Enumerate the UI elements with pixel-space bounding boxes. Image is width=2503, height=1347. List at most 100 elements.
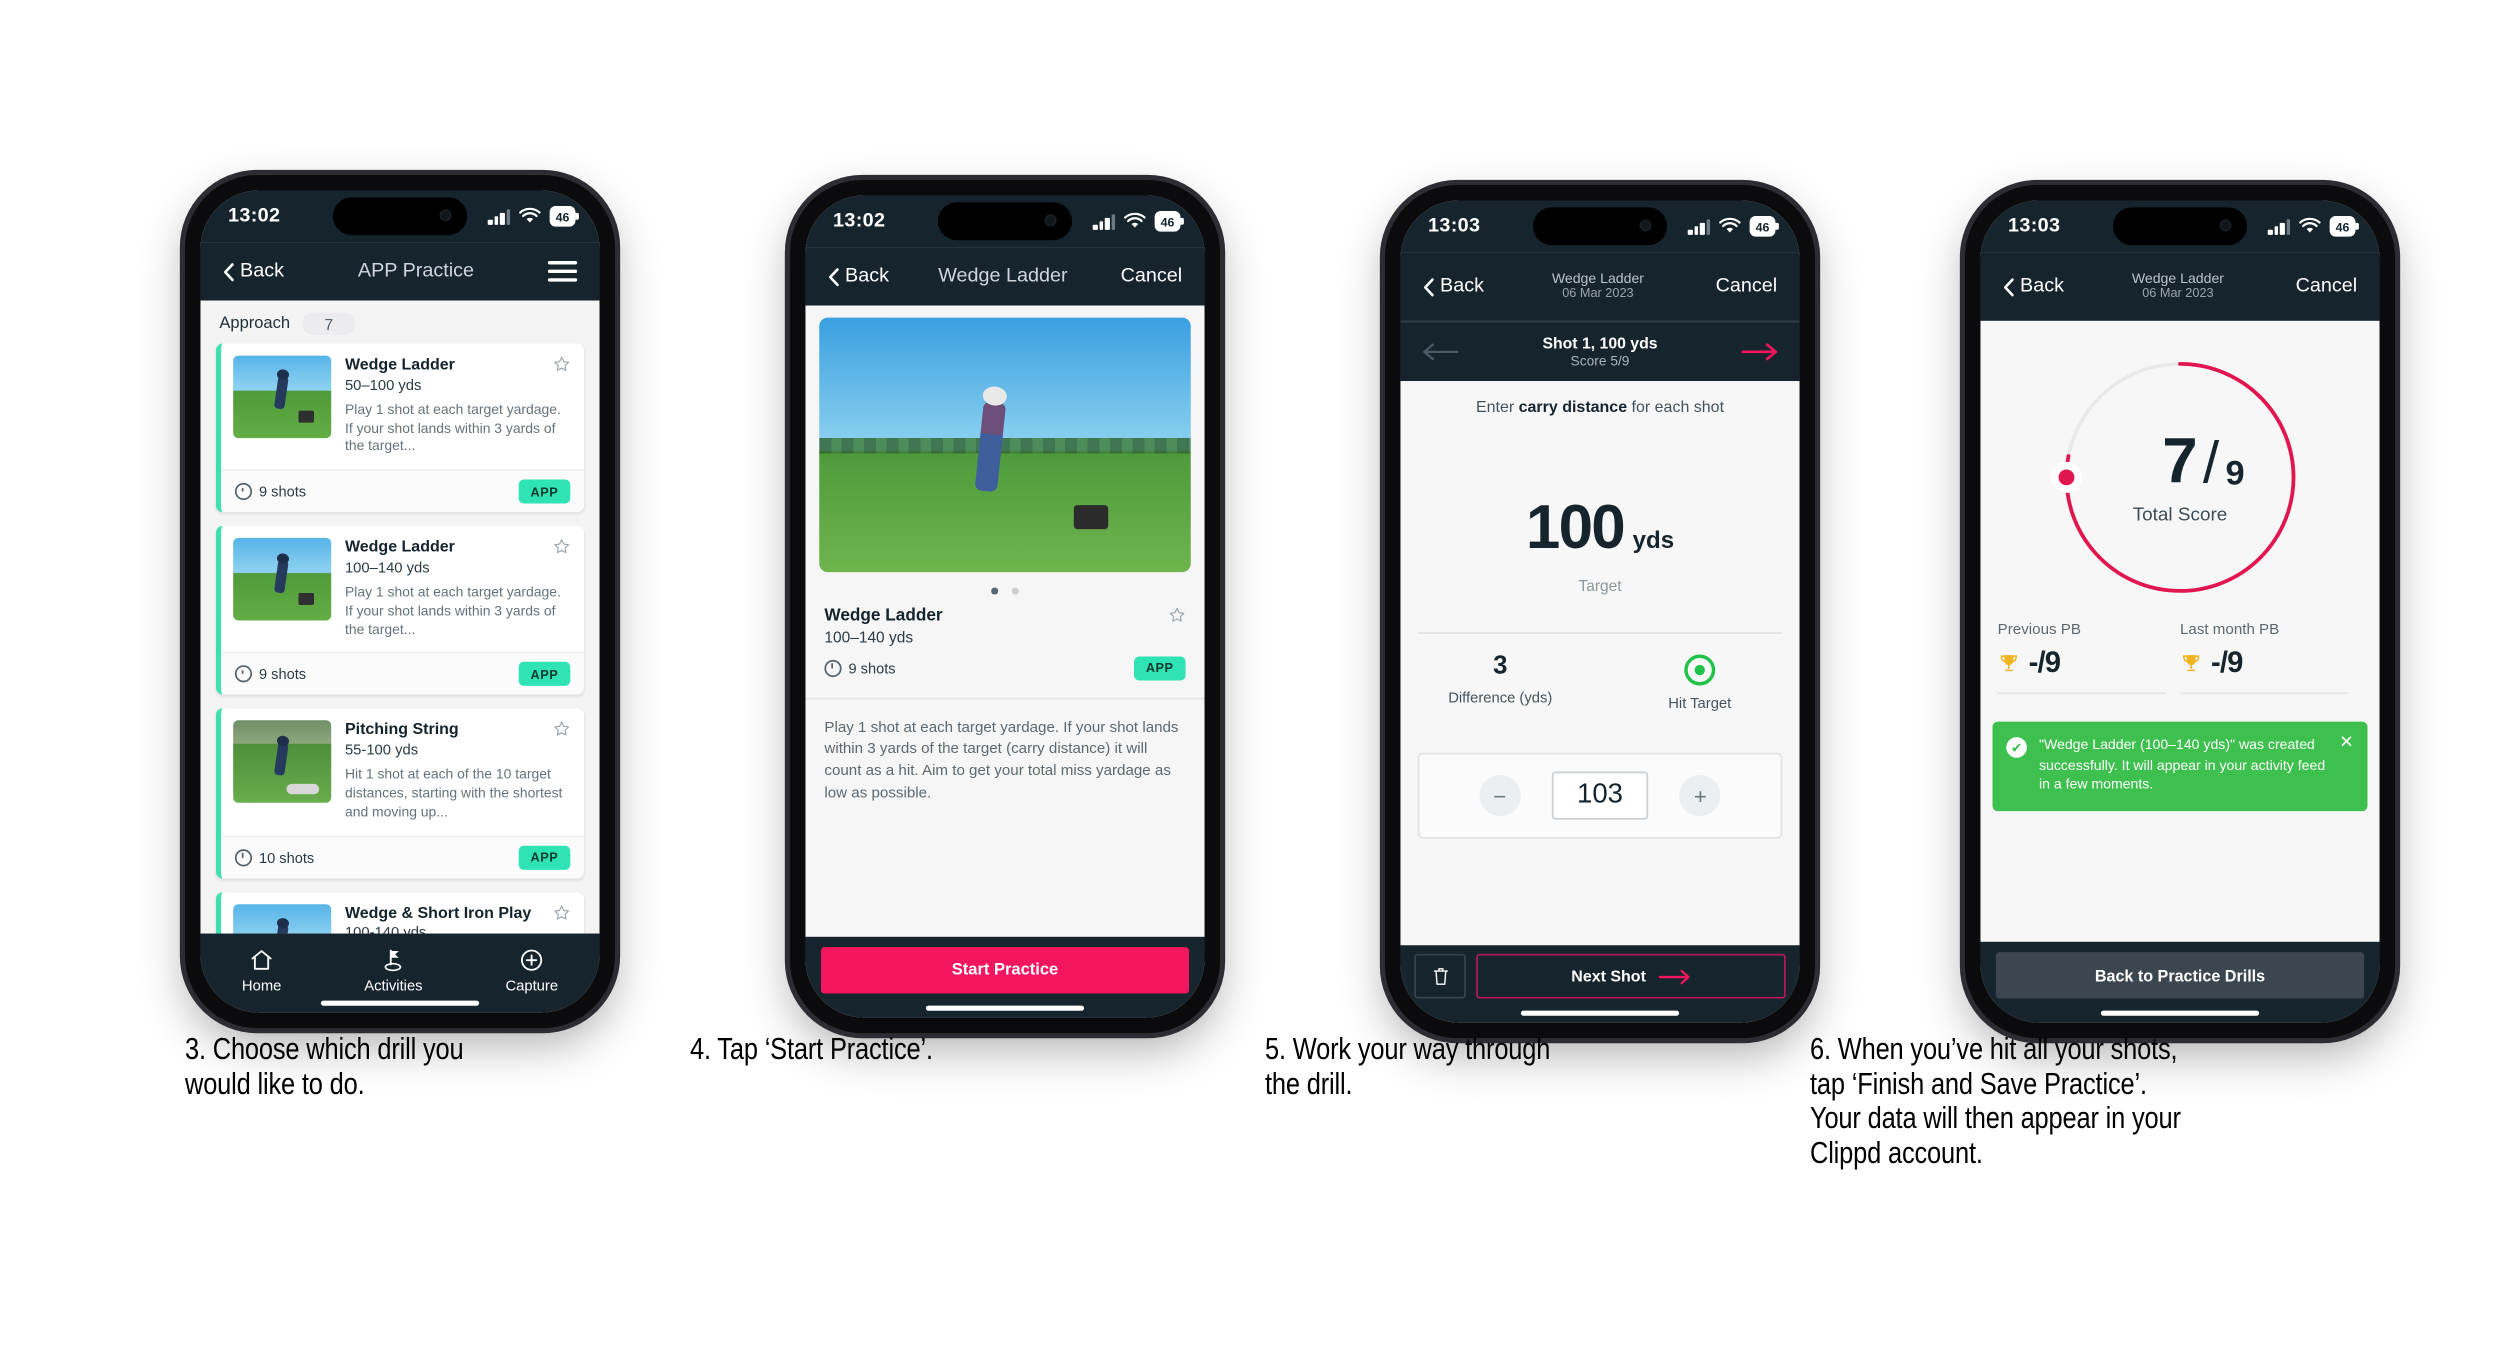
- prompt-post: for each shot: [1627, 398, 1725, 416]
- page-title: Wedge Ladder 06 Mar 2023: [1484, 271, 1712, 303]
- signal-bars-icon: [1093, 213, 1116, 230]
- start-practice-button[interactable]: Start Practice: [820, 947, 1190, 994]
- caption-step-4: 4. Tap ‘Start Practice’.: [690, 1031, 933, 1066]
- drill-card[interactable]: Pitching String 55-100 yds Hit 1 shot at…: [215, 708, 585, 878]
- phone-summary: 13:03 46 Back Wedge Ladder 06 Mar 2023 C…: [1965, 185, 2395, 1039]
- status-time: 13:03: [2008, 215, 2061, 237]
- nav-title-date: 06 Mar 2023: [2142, 285, 2214, 302]
- drill-card[interactable]: Wedge Ladder 50–100 yds Play 1 shot at e…: [215, 343, 585, 513]
- drill-range: 55-100 yds: [344, 741, 419, 759]
- difference-stat: 3 Difference (yds): [1400, 634, 1600, 711]
- filter-count-chip[interactable]: 7: [302, 312, 356, 335]
- drill-description: Play 1 shot at each target yardage. If y…: [344, 401, 561, 455]
- carry-distance-stepper: − 103 +: [1417, 752, 1783, 839]
- carry-distance-input[interactable]: 103: [1551, 771, 1649, 820]
- tab-capture[interactable]: Capture: [505, 946, 559, 993]
- screen-4: 13:03 46 Back Wedge Ladder 06 Mar 2023 C…: [1980, 200, 2380, 1023]
- pb-value: -/9: [2210, 645, 2243, 679]
- status-time: 13:03: [1428, 215, 1481, 237]
- pb-label: Previous PB: [1997, 620, 2081, 638]
- drill-list-body: Approach 7 Wedge Ladder 50–100 yds Play …: [200, 300, 600, 934]
- battery-indicator: 46: [549, 205, 579, 228]
- drill-range: 100–140 yds: [824, 628, 914, 646]
- drill-detail-body: Wedge Ladder 100–140 yds 9 shots APP Pla…: [805, 305, 1205, 937]
- drill-card[interactable]: Wedge & Short Iron Play 100-140 yds: [215, 891, 585, 934]
- signal-bars-icon: [488, 208, 511, 225]
- nav-bar: Back Wedge Ladder 06 Mar 2023 Cancel: [1980, 252, 2380, 321]
- target-distance: 100 yds: [1400, 415, 1799, 563]
- success-toast: ✔ "Wedge Ladder (100–140 yds)" was creat…: [1992, 721, 2368, 811]
- trash-icon[interactable]: [1414, 953, 1466, 999]
- nav-bar: Back Wedge Ladder Cancel: [805, 247, 1205, 306]
- star-outline-icon[interactable]: [553, 538, 570, 555]
- drill-title: Wedge Ladder: [824, 605, 943, 625]
- close-icon[interactable]: ✕: [2339, 735, 2353, 752]
- caption-step-5: 5. Work your way through the drill.: [1265, 1031, 1551, 1101]
- difference-value: 3: [1493, 651, 1508, 681]
- home-indicator: [320, 999, 480, 1006]
- filter-row: Approach 7: [200, 301, 599, 344]
- wifi-icon: [1719, 217, 1741, 233]
- increment-button[interactable]: +: [1679, 774, 1721, 817]
- wifi-icon: [2299, 217, 2321, 233]
- status-time: 13:02: [228, 205, 281, 227]
- score-ring-wrap: 7 / 9 Total Score: [1980, 321, 2379, 607]
- signal-bars-icon: [2268, 218, 2291, 235]
- arrow-left-icon[interactable]: [1421, 343, 1459, 361]
- status-time: 13:02: [833, 210, 886, 232]
- decrement-button[interactable]: −: [1478, 774, 1521, 817]
- previous-pb: Previous PB -/9: [1997, 620, 2180, 695]
- back-to-practice-drills-button[interactable]: Back to Practice Drills: [1995, 952, 2365, 999]
- drill-thumbnail: [233, 903, 332, 934]
- tab-activities[interactable]: Activities: [364, 946, 423, 993]
- drill-card[interactable]: Wedge Ladder 100–140 yds Play 1 shot at …: [215, 526, 585, 696]
- status-bar: 13:03 46: [1400, 200, 1800, 253]
- hit-target-label: Hit Target: [1668, 694, 1732, 712]
- next-shot-button[interactable]: Next Shot: [1476, 953, 1786, 999]
- drill-thumbnail: [233, 355, 332, 439]
- back-button[interactable]: Back: [2003, 276, 2064, 297]
- tab-home[interactable]: Home: [241, 946, 282, 993]
- tab-label: Home: [241, 975, 282, 993]
- back-button[interactable]: Back: [828, 266, 889, 287]
- screen-2: 13:02 46 Back Wedge Ladder Cancel Wedge …: [805, 195, 1205, 1018]
- cancel-button[interactable]: Cancel: [1117, 266, 1183, 287]
- prompt-bold: carry distance: [1518, 398, 1628, 416]
- dynamic-island: [937, 202, 1073, 241]
- trophy-icon: [2183, 654, 2200, 671]
- chevron-left-icon: [828, 267, 839, 286]
- pb-label: Last month PB: [2180, 620, 2280, 638]
- star-outline-icon[interactable]: [1168, 606, 1185, 623]
- drill-title: Wedge Ladder: [344, 538, 455, 556]
- star-outline-icon[interactable]: [553, 904, 570, 921]
- nav-bar: Back Wedge Ladder 06 Mar 2023 Cancel: [1400, 252, 1800, 321]
- drill-title-row: Wedge Ladder: [805, 606, 1204, 625]
- carousel-dots[interactable]: [805, 572, 1204, 606]
- status-bar: 13:03 46: [1980, 200, 2380, 253]
- drill-shots: 9 shots: [848, 659, 896, 677]
- back-button[interactable]: Back: [1423, 276, 1484, 297]
- drill-shots: 9 shots: [258, 665, 307, 684]
- chevron-left-icon: [223, 262, 234, 281]
- shot-entry-body: Enter carry distance for each shot 100 yd…: [1400, 381, 1800, 946]
- check-circle-icon: ✔: [2006, 737, 2027, 758]
- shot-footer: Next Shot: [1400, 945, 1800, 1023]
- drill-title: Wedge & Short Iron Play: [344, 903, 532, 921]
- back-label: Back: [240, 261, 285, 282]
- tutorial-board: 13:02 46 Back APP Practice Approach 7 We…: [0, 0, 2503, 1347]
- last-month-pb: Last month PB -/9: [2180, 620, 2362, 695]
- star-outline-icon[interactable]: [553, 356, 570, 373]
- back-button[interactable]: Back: [223, 261, 284, 282]
- back-label: Back: [845, 266, 890, 287]
- tab-label: Capture: [505, 975, 559, 993]
- wifi-icon: [519, 207, 541, 223]
- page-title: Wedge Ladder 06 Mar 2023: [2064, 271, 2292, 303]
- score-label: Total Score: [2133, 504, 2228, 525]
- cancel-button[interactable]: Cancel: [2292, 276, 2358, 297]
- arrow-right-icon[interactable]: [1741, 343, 1779, 361]
- difference-label: Difference (yds): [1448, 688, 1553, 707]
- cancel-button[interactable]: Cancel: [1712, 276, 1778, 297]
- star-outline-icon[interactable]: [553, 721, 570, 738]
- hamburger-menu-icon[interactable]: [547, 261, 578, 282]
- category-badge: APP: [1133, 655, 1186, 680]
